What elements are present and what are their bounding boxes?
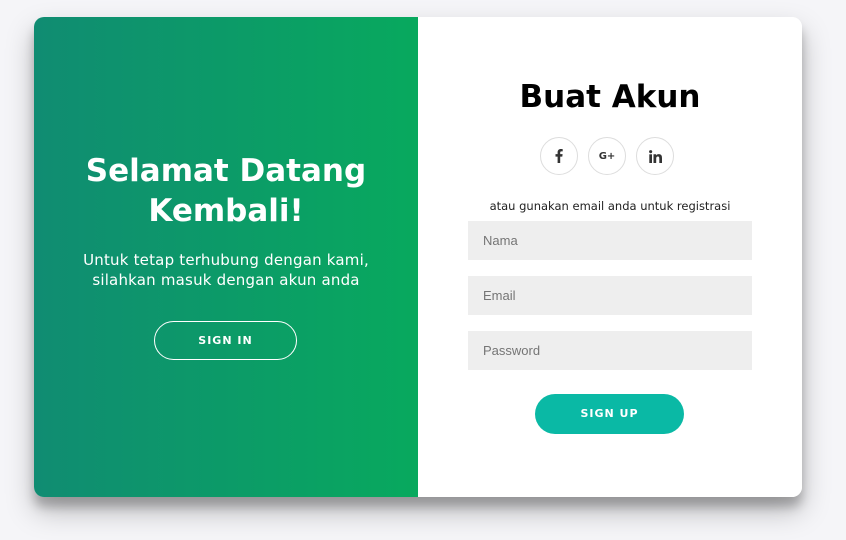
welcome-text: Untuk tetap terhubung dengan kami, silah… [83, 251, 369, 289]
sign-in-button[interactable]: SIGN IN [154, 321, 297, 360]
linkedin-button[interactable] [636, 137, 674, 175]
google-plus-icon: G+ [598, 150, 616, 162]
sign-up-form: Buat Akun G+ atau gunakan email anda unt… [418, 17, 802, 497]
facebook-icon [555, 149, 563, 163]
form-title: Buat Akun [519, 79, 701, 115]
name-field[interactable] [468, 221, 752, 260]
auth-card: Selamat Datang Kembali! Untuk tetap terh… [34, 17, 802, 497]
password-field[interactable] [468, 331, 752, 370]
social-buttons: G+ [540, 137, 674, 175]
google-plus-button[interactable]: G+ [588, 137, 626, 175]
welcome-title: Selamat Datang Kembali! [85, 153, 367, 229]
linkedin-icon [648, 149, 662, 163]
sign-up-button[interactable]: SIGN UP [535, 394, 684, 434]
overlay-panel: Selamat Datang Kembali! Untuk tetap terh… [34, 17, 418, 497]
facebook-button[interactable] [540, 137, 578, 175]
email-field[interactable] [468, 276, 752, 315]
helper-text: atau gunakan email anda untuk registrasi [489, 199, 731, 213]
